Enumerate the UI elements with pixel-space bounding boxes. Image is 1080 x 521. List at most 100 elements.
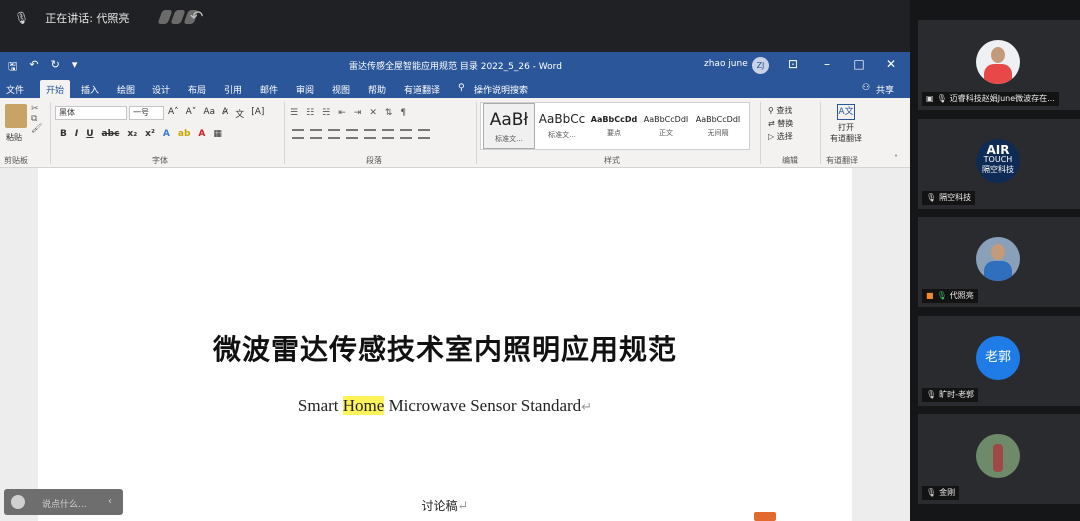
share-button[interactable]: 共享 <box>876 83 894 96</box>
document-area: 微波雷达传感技术室内照明应用规范 Smart Home Microwave Se… <box>0 168 910 521</box>
style-item[interactable]: AaBbCcDd 要点 <box>588 103 640 149</box>
justify-icon[interactable] <box>346 129 358 139</box>
shrink-font-icon[interactable]: A˅ <box>186 107 197 120</box>
font-size-select[interactable]: 一号 <box>129 106 164 120</box>
user-name[interactable]: zhao june <box>704 59 748 69</box>
tab-youdao[interactable]: 有道翻译 <box>404 83 440 96</box>
group-paragraph: 段落 <box>366 156 382 165</box>
replace-button[interactable]: ⇄ 替换 <box>768 117 793 130</box>
save-icon[interactable]: 🖫 <box>8 58 17 77</box>
paste-button[interactable]: 粘贴 <box>6 132 22 143</box>
maximize-icon[interactable]: □ <box>850 57 868 71</box>
collapse-ribbon-icon[interactable]: ˄ <box>894 154 898 163</box>
participant-name: ■ 🎙 代照亮 <box>922 289 978 303</box>
tab-references[interactable]: 引用 <box>224 83 242 96</box>
align-left-icon[interactable] <box>292 129 304 139</box>
phonetic-icon[interactable]: 文 <box>235 107 244 120</box>
customize-qat-icon[interactable]: ▾ <box>72 58 78 77</box>
change-case-icon[interactable]: Aa <box>203 107 215 120</box>
document-page[interactable]: 微波雷达传感技术室内照明应用规范 Smart Home Microwave Se… <box>38 168 852 521</box>
participant-tile[interactable]: AIR TOUCH 隔空科技 🎙 隔空科技 <box>918 119 1080 209</box>
numbering-icon[interactable]: ☷ <box>306 108 314 118</box>
cut-icon[interactable]: ✂ ⧉ 🖌 <box>31 104 42 134</box>
style-item[interactable]: AaBbCcDdI 正文 <box>640 103 692 149</box>
shading-icon[interactable] <box>400 129 412 139</box>
shade-icon[interactable]: ▦ <box>213 129 222 139</box>
tab-review[interactable]: 审阅 <box>296 83 314 96</box>
close-icon[interactable]: ✕ <box>882 57 900 71</box>
minimize-icon[interactable]: – <box>818 57 836 71</box>
italic-icon[interactable]: I <box>75 129 78 139</box>
sort-icon[interactable]: ⇅ <box>385 108 393 118</box>
tab-help[interactable]: 帮助 <box>368 83 386 96</box>
highlight-icon[interactable]: ab <box>178 129 191 139</box>
collapse-chat-icon[interactable]: ‹ <box>108 496 112 507</box>
multilevel-icon[interactable]: ☵ <box>322 108 330 118</box>
participant-tile[interactable]: ■ 🎙 代照亮 <box>918 217 1080 307</box>
bullets-icon[interactable]: ☰ <box>290 108 298 118</box>
group-styles: 样式 <box>604 156 620 165</box>
ribbon: 粘贴 ✂ ⧉ 🖌 剪贴板 黑体 一号 A˄ A˅ Aa A̷ 文 [A] B I U… <box>0 98 910 168</box>
avatar <box>976 434 1020 478</box>
tab-view[interactable]: 视图 <box>332 83 350 96</box>
divider <box>476 102 477 164</box>
open-youdao-button[interactable]: A文 打开 有道翻译 <box>826 104 866 144</box>
tab-home[interactable]: 开始 <box>40 80 71 100</box>
participant-name: ▣ 🎙 迈睿科技赵娟June微波存在... <box>922 92 1059 106</box>
air-touch-logo: AIR TOUCH 隔空科技 <box>976 139 1020 183</box>
participant-name: 🎙 金刚 <box>922 486 960 500</box>
back-arrow-icon[interactable]: ↶ <box>190 7 203 26</box>
paste-icon[interactable] <box>5 104 27 128</box>
redo-icon[interactable]: ↻ <box>51 58 60 77</box>
clear-format-icon[interactable]: A̷ <box>222 107 228 120</box>
line-spacing-icon[interactable] <box>382 129 394 139</box>
tab-insert[interactable]: 插入 <box>81 83 99 96</box>
underline-icon[interactable]: U <box>86 129 93 139</box>
divider <box>760 102 761 164</box>
bold-icon[interactable]: B <box>60 129 67 139</box>
tab-layout[interactable]: 布局 <box>188 83 206 96</box>
user-avatar[interactable]: ZJ <box>752 57 769 74</box>
find-button[interactable]: ⚲ 查找 <box>768 104 793 117</box>
mic-icon: 🎙 <box>936 94 947 103</box>
char-border-icon[interactable]: [A] <box>251 107 264 120</box>
font-color-icon[interactable]: A <box>198 129 205 139</box>
divider <box>820 102 821 164</box>
distribute-icon[interactable] <box>364 129 376 139</box>
increase-indent-icon[interactable]: ⇥ <box>354 108 362 118</box>
align-center-icon[interactable] <box>310 129 322 139</box>
emoji-icon[interactable] <box>11 495 25 509</box>
superscript-icon[interactable]: x² <box>145 129 155 139</box>
style-item[interactable]: AaBł 标准文... <box>483 103 535 149</box>
participant-tile[interactable]: 老郭 🎙 旷时-老郭 <box>918 316 1080 406</box>
strike-icon[interactable]: abc <box>102 129 120 139</box>
participant-tile[interactable]: ▣ 🎙 迈睿科技赵娟June微波存在... <box>918 20 1080 110</box>
share-icon[interactable]: ⚇ <box>862 83 870 93</box>
text-effect-icon[interactable]: A <box>163 129 170 139</box>
undo-icon[interactable]: ↶ <box>29 58 38 77</box>
document-title: 雷达传感全屋智能应用规范 目录 2022_5_26 - Word <box>349 62 562 72</box>
participant-tile[interactable]: 🎙 金刚 <box>918 414 1080 504</box>
ribbon-tabs: 文件 开始 插入 绘图 设计 布局 引用 邮件 审阅 视图 帮助 有道翻译 ⚲ … <box>0 78 910 100</box>
tab-file[interactable]: 文件 <box>6 83 24 96</box>
tab-mailings[interactable]: 邮件 <box>260 83 278 96</box>
borders-icon[interactable] <box>418 129 430 139</box>
decrease-indent-icon[interactable]: ⇤ <box>338 108 346 118</box>
chat-input[interactable]: 说点什么... ‹ <box>4 489 123 515</box>
mic-muted-icon: 🎙 <box>926 488 937 497</box>
grow-font-icon[interactable]: A˄ <box>168 107 179 120</box>
translate-icon: A文 <box>837 104 855 120</box>
align-right-icon[interactable] <box>328 129 340 139</box>
subscript-icon[interactable]: x₂ <box>127 129 137 139</box>
tab-draw[interactable]: 绘图 <box>117 83 135 96</box>
style-item[interactable]: AaBbCc 标准文... <box>536 103 588 149</box>
style-item[interactable]: AaBbCcDdI 无间隔 <box>692 103 744 149</box>
font-name-select[interactable]: 黑体 <box>55 106 127 120</box>
tell-me-search[interactable]: 操作说明搜索 <box>474 83 528 96</box>
chinese-layout-icon[interactable]: ✕ <box>369 108 377 118</box>
select-button[interactable]: ▷ 选择 <box>768 130 793 143</box>
show-marks-icon[interactable]: ¶ <box>400 108 406 118</box>
ribbon-display-icon[interactable]: ⊡ <box>784 57 802 71</box>
tab-design[interactable]: 设计 <box>152 83 170 96</box>
search-icon[interactable]: ⚲ <box>458 83 465 93</box>
